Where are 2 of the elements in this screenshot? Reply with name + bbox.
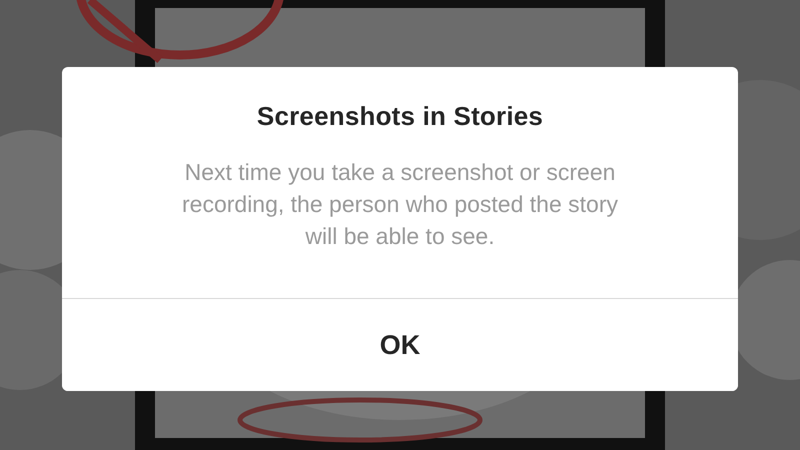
dialog-message: Next time you take a screenshot or screen recording, the person who posted the story will be able to see. [181,158,619,251]
dialog-title: Screenshots in Stories [256,101,544,132]
